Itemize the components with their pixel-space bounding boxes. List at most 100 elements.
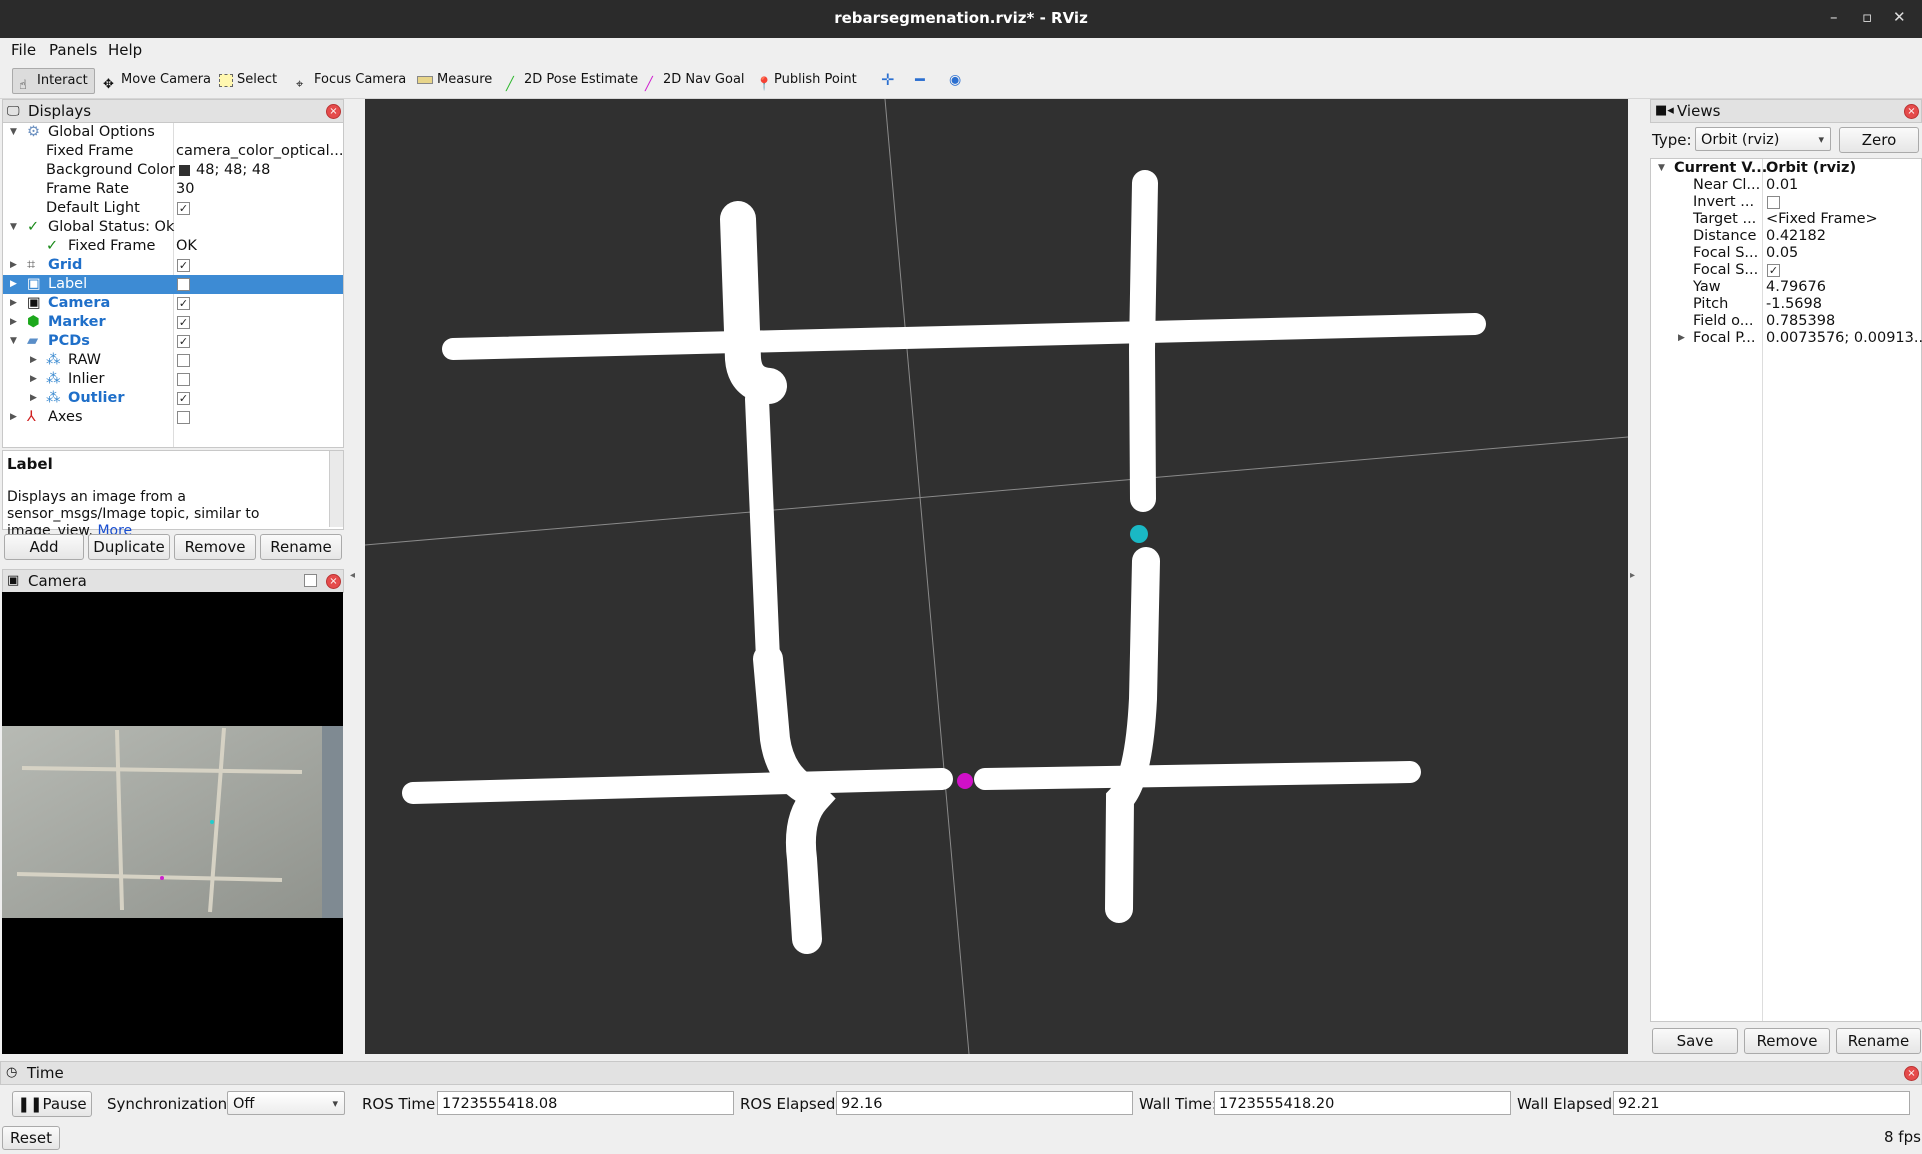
tree-row-frame-rate[interactable]: Frame Rate 30 — [3, 180, 343, 199]
menu-panels[interactable]: Panels — [49, 41, 97, 59]
rename-view-button[interactable]: Rename — [1836, 1028, 1921, 1054]
add-tool-icon[interactable]: ✛ — [881, 68, 894, 92]
tree-row-marker[interactable]: ▶ ⬢ Marker ✓ — [3, 313, 343, 332]
duplicate-display-button[interactable]: Duplicate — [88, 534, 170, 560]
wall-time-field[interactable]: 1723555418.20 — [1214, 1091, 1511, 1115]
tree-row-pcds[interactable]: ▼ ▰ PCDs ✓ — [3, 332, 343, 351]
grid-checkbox[interactable]: ✓ — [177, 259, 190, 272]
rebar-point-cloud — [402, 170, 1486, 954]
right-splitter-handle[interactable]: ▸ — [1630, 570, 1635, 581]
tree-row-fixed-frame[interactable]: Fixed Frame camera_color_optical... — [3, 142, 343, 161]
pointcloud-icon: ⁂ — [46, 390, 61, 406]
marker-checkbox[interactable]: ✓ — [177, 316, 190, 329]
default-light-checkbox[interactable]: ✓ — [177, 202, 190, 215]
image-icon: ▣ — [27, 276, 41, 292]
tree-row-outlier[interactable]: ▶ ⁂ Outlier ✓ — [3, 389, 343, 408]
pause-icon: ❚❚ — [17, 1095, 43, 1113]
label-checkbox[interactable] — [177, 278, 190, 291]
add-display-button[interactable]: Add — [4, 534, 84, 560]
crosshair-icon: ⌖ — [296, 77, 304, 92]
toolbar: ☝ Interact ✥ Move Camera Select ⌖ Focus Cam… — [0, 62, 1922, 99]
pcds-checkbox[interactable]: ✓ — [177, 335, 190, 348]
tree-row-background-color[interactable]: Background Color 48; 48; 48 — [3, 161, 343, 180]
camera-panel-header: ▣ Camera × — [2, 569, 344, 593]
left-splitter-handle[interactable]: ◂ — [350, 570, 355, 581]
close-window-icon[interactable]: ✕ — [1893, 8, 1906, 26]
menu-file[interactable]: File — [11, 41, 36, 59]
camera-checkbox[interactable]: ✓ — [177, 297, 190, 310]
ruler-icon — [417, 76, 433, 84]
displays-header: 🖵 Displays × — [2, 99, 344, 123]
displays-tree: ▼ ⚙ Global Options Fixed Frame camera_co… — [2, 122, 344, 448]
undock-icon[interactable] — [304, 574, 317, 587]
menu-bar: File Panels Help — [0, 38, 1922, 62]
synchronization-select[interactable]: Off — [227, 1091, 345, 1116]
menu-help[interactable]: Help — [108, 41, 142, 59]
tree-row-camera[interactable]: ▶ ▣ Camera ✓ — [3, 294, 343, 313]
tree-row-raw[interactable]: ▶ ⁂ RAW — [3, 351, 343, 370]
hand-icon: ☝ — [19, 78, 27, 93]
view-prop-focal-point[interactable]: ▶ Focal P... 0.0073576; 0.00913... — [1651, 329, 1922, 348]
monitor-icon: 🖵 — [7, 104, 20, 119]
interact-tool[interactable]: ☝ Interact — [12, 68, 95, 94]
gear-icon: ⚙ — [27, 124, 40, 140]
raw-checkbox[interactable] — [177, 354, 190, 367]
camera-image — [2, 726, 343, 918]
display-description: Label Displays an image from a sensor_ms… — [2, 450, 344, 539]
tree-row-default-light[interactable]: Default Light ✓ — [3, 199, 343, 218]
pose-estimate-tool[interactable]: ╱ 2D Pose Estimate — [506, 68, 638, 92]
camera-view — [2, 592, 343, 1054]
close-displays-icon[interactable]: × — [326, 104, 341, 119]
move-camera-tool[interactable]: ✥ Move Camera — [103, 68, 211, 92]
axes-checkbox[interactable] — [177, 411, 190, 424]
view-properties: ▼ Current V... Orbit (rviz) Near Cl... 0… — [1650, 158, 1922, 1022]
focal-shape-checkbox[interactable]: ✓ — [1767, 264, 1780, 277]
remove-view-button[interactable]: Remove — [1744, 1028, 1830, 1054]
select-tool[interactable]: Select — [219, 68, 277, 92]
tree-row-global-status[interactable]: ▼ ✓ Global Status: Ok — [3, 218, 343, 237]
tree-row-global-options[interactable]: ▼ ⚙ Global Options — [3, 123, 343, 142]
ros-time-field[interactable]: 1723555418.08 — [437, 1091, 734, 1115]
inlier-checkbox[interactable] — [177, 373, 190, 386]
close-time-icon[interactable]: × — [1904, 1066, 1919, 1081]
remove-display-button[interactable]: Remove — [174, 534, 256, 560]
tree-row-status-fixed-frame[interactable]: ✓ Fixed Frame OK — [3, 237, 343, 256]
check-icon: ✓ — [27, 219, 40, 235]
maximize-icon[interactable]: ▫ — [1862, 8, 1872, 26]
publish-point-tool[interactable]: 📍 Publish Point — [756, 68, 857, 92]
cyan-marker — [1130, 525, 1148, 543]
render-viewport[interactable] — [364, 98, 1629, 1055]
remove-tool-icon[interactable]: ━ — [915, 68, 925, 92]
move-icon: ✥ — [103, 77, 114, 92]
zero-button[interactable]: Zero — [1839, 127, 1919, 153]
marker-cube-icon: ⬢ — [27, 314, 40, 330]
description-scrollbar[interactable] — [329, 451, 343, 527]
grid-line — [884, 98, 970, 1055]
tree-row-label[interactable]: ▶ ▣ Label — [3, 275, 343, 294]
green-arrow-icon: ╱ — [506, 77, 514, 92]
outlier-checkbox[interactable]: ✓ — [177, 392, 190, 405]
save-view-button[interactable]: Save — [1652, 1028, 1738, 1054]
reset-button[interactable]: Reset — [2, 1126, 60, 1150]
close-camera-icon[interactable]: × — [326, 574, 341, 589]
rename-display-button[interactable]: Rename — [260, 534, 342, 560]
window-title: rebarsegmenation.rviz* - RViz — [834, 9, 1088, 27]
tree-row-grid[interactable]: ▶ ⌗ Grid ✓ — [3, 256, 343, 275]
ros-elapsed-field[interactable]: 92.16 — [836, 1091, 1133, 1115]
measure-tool[interactable]: Measure — [417, 68, 492, 92]
invert-checkbox[interactable] — [1767, 196, 1780, 209]
focus-camera-tool[interactable]: ⌖ Focus Camera — [296, 68, 406, 92]
camera-icon: ▣ — [7, 573, 20, 588]
eye-icon[interactable]: ◉ — [949, 68, 961, 92]
title-bar: rebarsegmenation.rviz* - RViz – ▫ ✕ — [0, 0, 1922, 38]
fps-readout: 8 fps — [1884, 1128, 1921, 1146]
minimize-icon[interactable]: – — [1830, 8, 1838, 26]
tree-row-axes[interactable]: ▶ ⅄ Axes — [3, 408, 343, 427]
tree-row-inlier[interactable]: ▶ ⁂ Inlier — [3, 370, 343, 389]
pause-button[interactable]: ❚❚Pause — [12, 1091, 92, 1117]
folder-icon: ▰ — [27, 333, 39, 349]
close-views-icon[interactable]: × — [1904, 104, 1919, 119]
wall-elapsed-field[interactable]: 92.21 — [1613, 1091, 1910, 1115]
view-type-select[interactable]: Orbit (rviz) — [1695, 127, 1831, 152]
nav-goal-tool[interactable]: ╱ 2D Nav Goal — [645, 68, 745, 92]
